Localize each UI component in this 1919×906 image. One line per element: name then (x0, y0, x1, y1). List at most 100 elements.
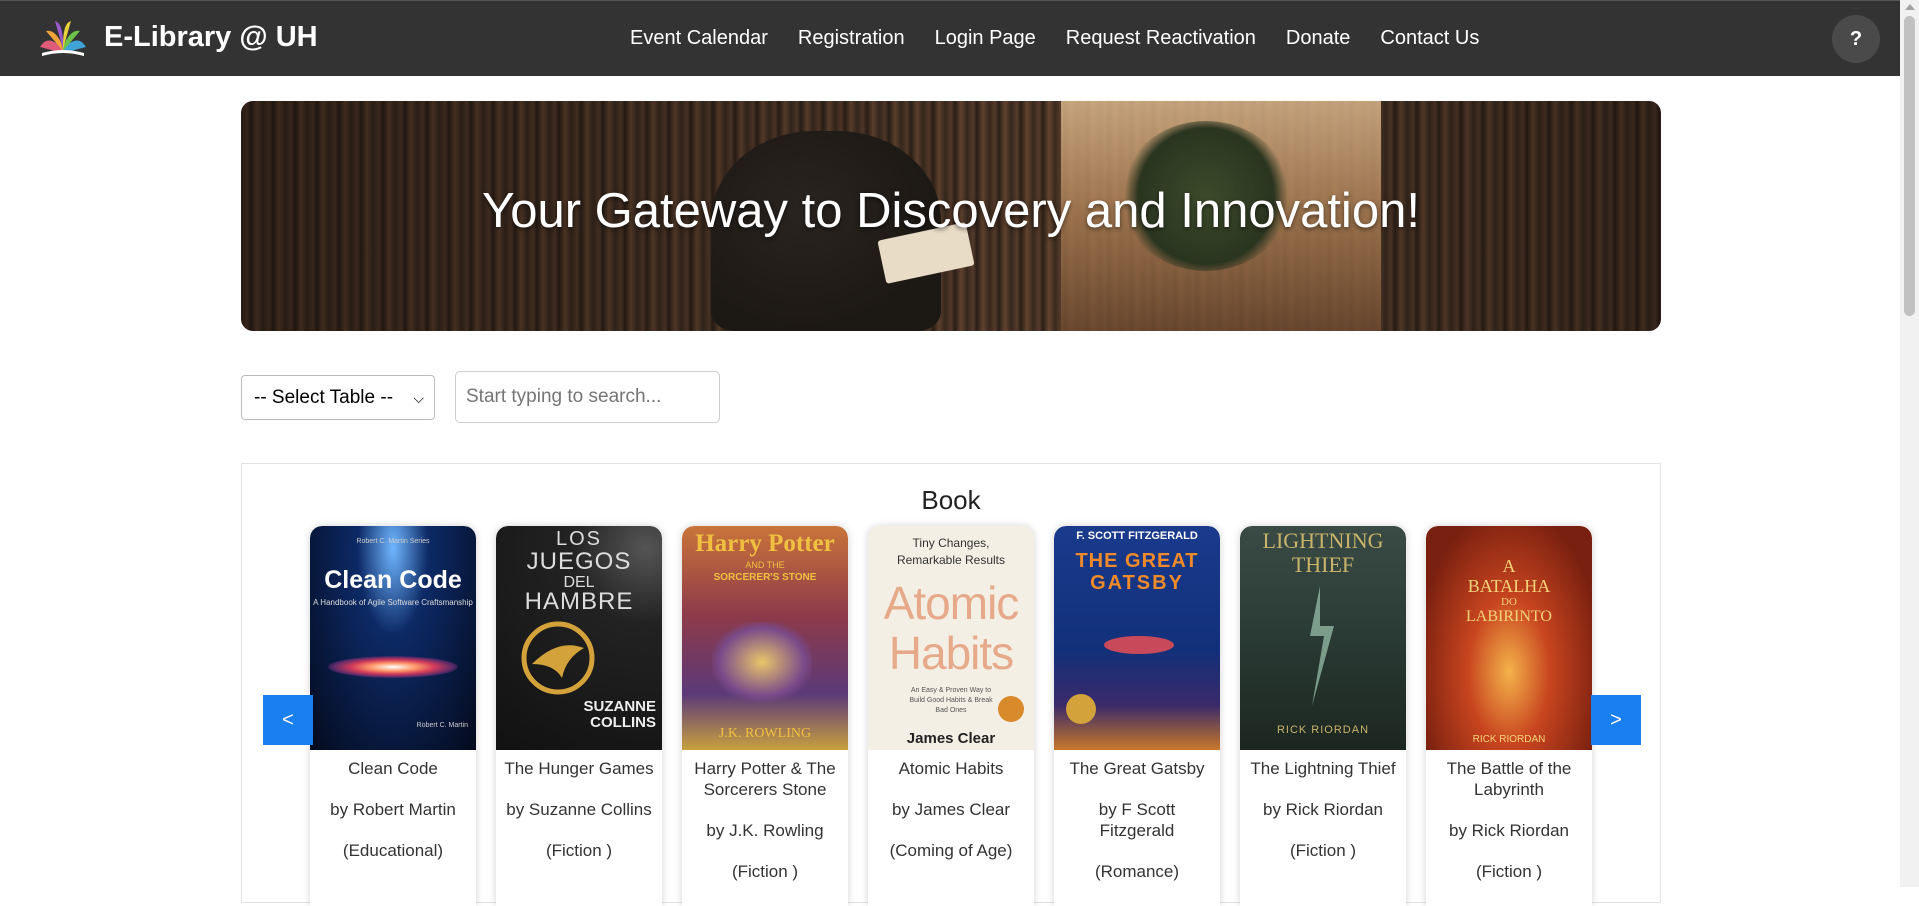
book-author: by Rick Riordan (1449, 821, 1569, 840)
cover-author: Robert C. Martin (416, 722, 468, 729)
cover-author-line: COLLINS (590, 714, 656, 731)
cover-title: THIEF (1291, 552, 1355, 577)
bestseller-badge-icon (998, 696, 1024, 722)
anniversary-badge-icon (1066, 694, 1096, 724)
cover-subtitle: A Handbook of Agile Software Craftsmansh… (313, 598, 473, 607)
chevron-down-icon: ⌵ (413, 390, 424, 406)
page-scrollbar[interactable] (1900, 0, 1919, 887)
help-button[interactable]: ? (1832, 15, 1880, 63)
book-info: Atomic Habits by James Clear (Coming of … (868, 750, 1034, 861)
cover-title: LIGHTNING (1262, 528, 1384, 553)
cover-tagline: Tiny Changes, (912, 536, 990, 550)
mockingjay-pin-icon (521, 621, 595, 695)
book-card[interactable]: A BATALHA DO LABIRINTO RICK RIORDAN The … (1426, 526, 1592, 906)
table-select[interactable]: -- Select Table -- ⌵ (241, 375, 435, 420)
nav-links: Event Calendar Registration Login Page R… (630, 27, 1509, 50)
book-info: Clean Code by Robert Martin (Educational… (310, 750, 476, 861)
book-author: by Rick Riordan (1263, 800, 1383, 819)
scroll-up-arrow-icon[interactable] (1905, 4, 1915, 10)
cover-subtitle: SORCERER'S STONE (713, 572, 817, 583)
book-card[interactable]: F. SCOTT FITZGERALD THE GREAT GATSBY The… (1054, 526, 1220, 906)
lotus-book-logo-icon (40, 21, 86, 56)
book-title: The Great Gatsby (1069, 759, 1205, 778)
lightning-bolt-icon (1310, 586, 1334, 706)
book-title: Harry Potter & The Sorcerers Stone (694, 759, 836, 799)
book-info: The Battle of the Labyrinth by Rick Rior… (1426, 750, 1592, 882)
book-genre: (Fiction ) (545, 841, 613, 860)
cover-title-line: HAMBRE (524, 588, 634, 615)
cover-series: Robert C. Martin Series (356, 538, 430, 545)
brand[interactable]: E-Library @ UH (36, 15, 318, 59)
cover-title: DO (1501, 596, 1517, 608)
cover-author: James Clear (906, 730, 996, 747)
cover-title-line: JUEGOS (526, 548, 632, 575)
book-author: by J.K. Rowling (706, 821, 824, 840)
cover-author: F. SCOTT FITZGERALD (1076, 530, 1198, 542)
top-navbar: E-Library @ UH Event Calendar Registrati… (0, 0, 1900, 76)
cover-title: BATALHA (1467, 576, 1551, 596)
cover-title: GATSBY (1090, 572, 1184, 594)
book-genre: (Educational) (342, 841, 444, 860)
cover-tagline: Remarkable Results (896, 553, 1006, 567)
book-cover-image: Robert C. Martin Series Clean Code A Han… (310, 526, 476, 750)
book-author: by James Clear (891, 800, 1011, 819)
book-carousel-panel: Book Robert C. Martin Series Clean Code … (241, 463, 1661, 906)
book-genre: (Fiction ) (1475, 862, 1543, 881)
section-title: Book (921, 485, 981, 515)
cover-illustration (1104, 636, 1174, 654)
cover-author: RICK RIORDAN (1276, 724, 1370, 736)
book-title: The Lightning Thief (1250, 759, 1396, 778)
book-cover-image: A BATALHA DO LABIRINTO RICK RIORDAN (1426, 526, 1592, 750)
book-info: The Hunger Games by Suzanne Collins (Fic… (496, 750, 662, 861)
scrollbar-thumb[interactable] (1904, 16, 1915, 316)
book-card[interactable]: Robert C. Martin Series Clean Code A Han… (310, 526, 476, 906)
book-genre: (Romance) (1094, 862, 1180, 881)
book-info: Harry Potter & The Sorcerers Stone by J.… (682, 750, 848, 882)
galaxy-graphic (328, 656, 458, 678)
book-cover-image: F. SCOTT FITZGERALD THE GREAT GATSBY (1054, 526, 1220, 750)
nav-contact-us[interactable]: Contact Us (1380, 27, 1479, 50)
cover-title: THE GREAT (1075, 550, 1199, 572)
book-title: Clean Code (348, 759, 438, 778)
book-cover-image: LOS JUEGOS DEL HAMBRE SUZANNE COLLINS (496, 526, 662, 750)
hero-banner: Your Gateway to Discovery and Innovation… (241, 101, 1661, 331)
book-title: Atomic Habits (898, 759, 1004, 778)
book-cover-image: Harry Potter AND THE SORCERER'S STONE J.… (682, 526, 848, 750)
book-card[interactable]: Tiny Changes, Remarkable Results Atomic … (868, 526, 1034, 906)
nav-login-page[interactable]: Login Page (935, 27, 1036, 50)
book-cover-image: Tiny Changes, Remarkable Results Atomic … (868, 526, 1034, 750)
hero-title: Your Gateway to Discovery and Innovation… (482, 184, 1420, 238)
brand-name: E-Library @ UH (104, 20, 318, 53)
table-select-value: -- Select Table -- (254, 386, 394, 408)
nav-registration[interactable]: Registration (798, 27, 905, 50)
book-card[interactable]: Harry Potter AND THE SORCERER'S STONE J.… (682, 526, 848, 906)
nav-donate[interactable]: Donate (1286, 27, 1351, 50)
book-info: The Great Gatsby by F Scott Fitzgerald (… (1054, 750, 1220, 882)
book-title: The Hunger Games (504, 759, 654, 778)
cover-title: Clean Code (324, 566, 462, 594)
cover-title: Habits (888, 627, 1014, 679)
nav-request-reactivation[interactable]: Request Reactivation (1066, 27, 1256, 50)
search-input[interactable] (455, 371, 720, 423)
cover-title: Harry Potter (695, 530, 835, 557)
carousel-next-button[interactable]: > (1591, 695, 1641, 745)
nav-event-calendar[interactable]: Event Calendar (630, 27, 768, 50)
cover-author: RICK RIORDAN (1472, 734, 1546, 745)
book-genre: (Fiction ) (1289, 841, 1357, 860)
carousel-prev-button[interactable]: < (263, 695, 313, 745)
book-genre: (Fiction ) (731, 862, 799, 881)
book-author: by F Scott Fitzgerald (1098, 800, 1176, 840)
cover-title: Atomic (883, 577, 1020, 629)
book-cover-image: LIGHTNING THIEF RICK RIORDAN (1240, 526, 1406, 750)
book-info: The Lightning Thief by Rick Riordan (Fic… (1240, 750, 1406, 861)
cover-title: A (1502, 556, 1516, 576)
book-card[interactable]: LOS JUEGOS DEL HAMBRE SUZANNE COLLINS Th… (496, 526, 662, 906)
book-author: by Suzanne Collins (506, 800, 652, 819)
cover-title: LABIRINTO (1466, 608, 1552, 625)
book-title: The Battle of the Labyrinth (1446, 759, 1572, 799)
cover-subtitle: AND THE (745, 560, 785, 570)
book-author: by Robert Martin (330, 800, 456, 819)
cover-author-line: SUZANNE (583, 698, 656, 715)
book-card[interactable]: LIGHTNING THIEF RICK RIORDAN The Lightni… (1240, 526, 1406, 906)
cover-author: J.K. ROWLING (718, 726, 812, 741)
